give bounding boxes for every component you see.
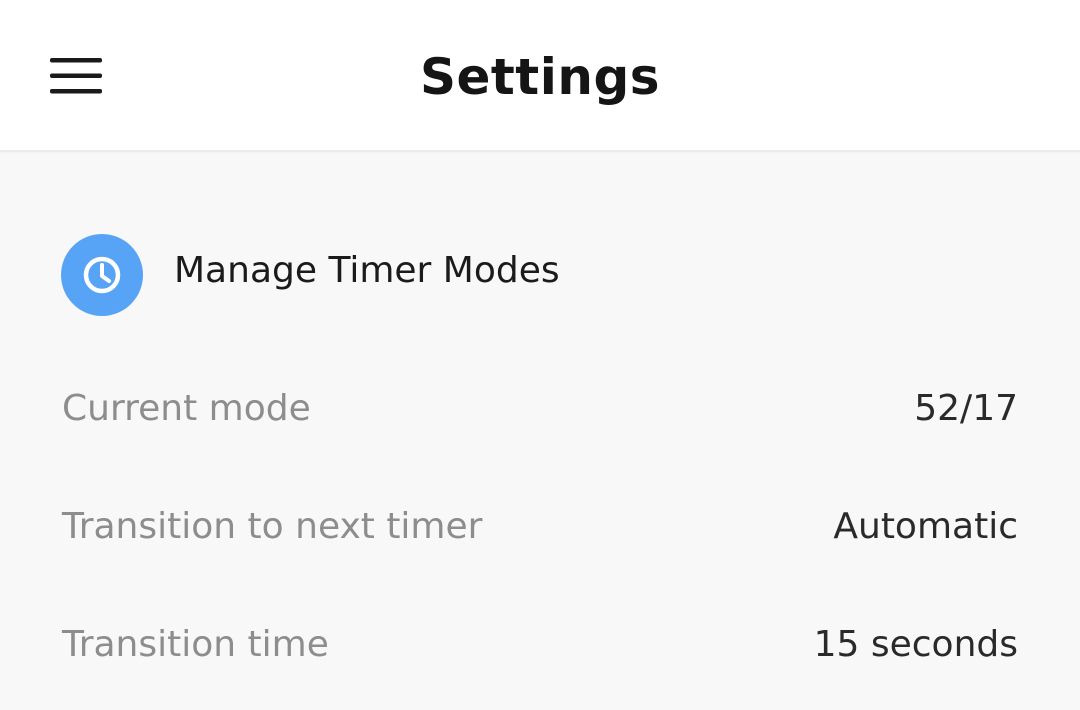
page-title: Settings bbox=[419, 48, 660, 106]
settings-list: Manage Timer Modes Current mode 52/17 Tr… bbox=[0, 154, 1080, 710]
manage-timer-modes-label: Manage Timer Modes bbox=[174, 250, 560, 291]
manage-timer-modes-icon-circle bbox=[61, 234, 143, 316]
setting-value: 52/17 bbox=[914, 388, 1018, 429]
setting-value: 15 seconds bbox=[813, 624, 1018, 665]
setting-row-current-mode[interactable]: Current mode 52/17 bbox=[0, 364, 1080, 454]
setting-row-transition-time[interactable]: Transition time 15 seconds bbox=[0, 600, 1080, 690]
setting-row-transition-to-next-timer[interactable]: Transition to next timer Automatic bbox=[0, 482, 1080, 572]
setting-label: Transition to next timer bbox=[62, 506, 483, 547]
manage-timer-modes-item[interactable]: Manage Timer Modes bbox=[0, 224, 1080, 324]
app-bar: Settings bbox=[0, 0, 1080, 152]
setting-label: Current mode bbox=[62, 388, 311, 429]
setting-value: Automatic bbox=[833, 506, 1018, 547]
setting-label: Transition time bbox=[62, 624, 329, 665]
clock-icon bbox=[83, 256, 121, 294]
